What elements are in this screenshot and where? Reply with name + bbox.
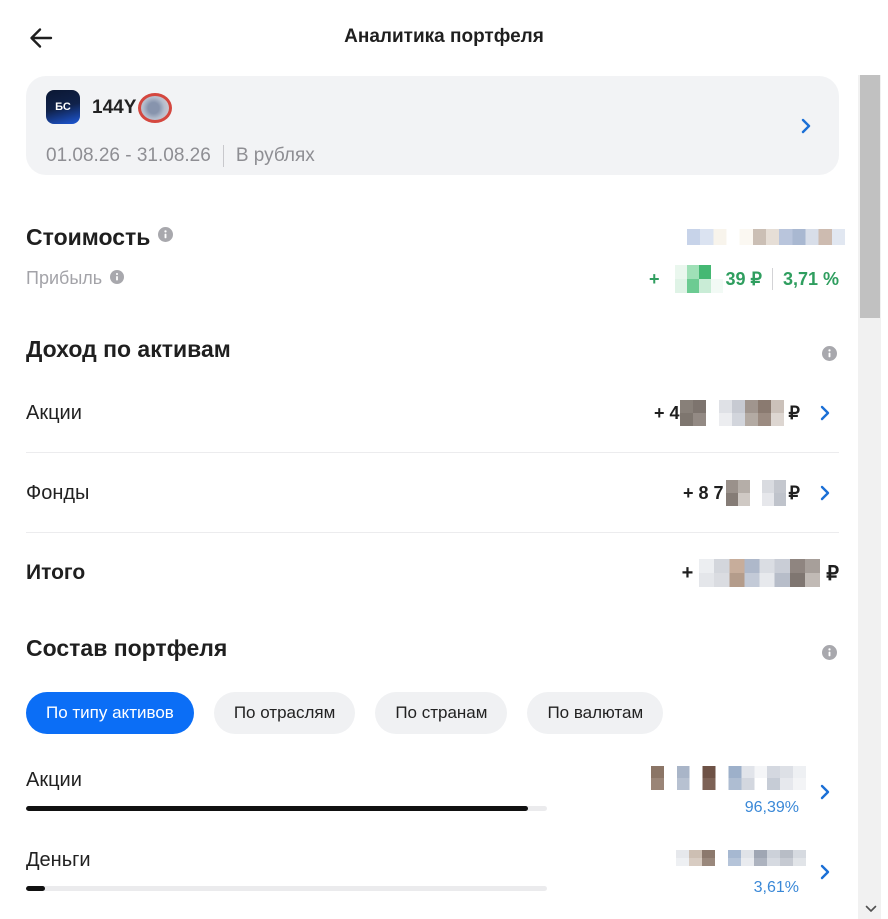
income-row-funds[interactable]: Фонды + 8 7 ₽ bbox=[26, 473, 839, 513]
info-icon[interactable] bbox=[822, 645, 837, 660]
composition-filter-chips: По типу активов По отраслям По странам П… bbox=[26, 692, 664, 734]
income-row-stocks[interactable]: Акции + 4 ₽ bbox=[26, 393, 839, 433]
info-icon[interactable] bbox=[110, 270, 125, 284]
profit-value: + 39 ₽ 3,71 % bbox=[649, 265, 839, 293]
income-heading: Доход по активам bbox=[26, 336, 231, 362]
redacted-mosaic bbox=[687, 229, 845, 245]
profit-separator bbox=[771, 268, 773, 290]
portfolio-analytics-screen: Аналитика портфеля БС 144Y 01.08.26 - 31… bbox=[0, 0, 888, 919]
account-logo: БС bbox=[46, 90, 80, 124]
income-row-label: Акции bbox=[26, 402, 82, 424]
breakdown-progress-fill bbox=[26, 886, 45, 891]
chevron-right-icon bbox=[820, 405, 830, 421]
income-value-prefix: + 8 7 bbox=[683, 482, 724, 503]
chip-countries[interactable]: По странам bbox=[375, 692, 508, 734]
redaction-circle bbox=[138, 93, 172, 123]
redacted-mosaic bbox=[699, 559, 821, 587]
income-value-suffix: ₽ bbox=[788, 402, 800, 423]
account-selector-card[interactable]: БС 144Y 01.08.26 - 31.08.26 В рублях bbox=[26, 76, 839, 175]
breakdown-percent: 3,61% bbox=[753, 879, 799, 896]
scroll-down-arrow-icon[interactable] bbox=[865, 905, 877, 913]
account-meta: 01.08.26 - 31.08.26 В рублях bbox=[46, 144, 315, 168]
income-total-value: + ₽ bbox=[682, 559, 839, 587]
income-row-value: + 4 ₽ bbox=[654, 399, 800, 427]
chip-asset-type[interactable]: По типу активов bbox=[26, 692, 194, 734]
breakdown-percent: 96,39% bbox=[744, 799, 799, 816]
income-total-label: Итого bbox=[26, 561, 86, 584]
chevron-right-icon bbox=[820, 784, 830, 800]
chevron-right-icon bbox=[801, 118, 811, 134]
profit-row: Прибыль bbox=[26, 266, 125, 290]
redacted-mosaic bbox=[676, 850, 806, 866]
page-title: Аналитика портфеля bbox=[344, 26, 544, 47]
income-total-row: Итого + ₽ bbox=[26, 553, 839, 593]
income-total-prefix: + bbox=[681, 561, 694, 584]
meta-separator bbox=[222, 145, 224, 167]
period-text: 01.08.26 - 31.08.26 bbox=[46, 145, 211, 166]
chip-currencies[interactable]: По валютам bbox=[527, 692, 664, 734]
portfolio-value-label: Стоимость bbox=[26, 224, 151, 250]
profit-label: Прибыль bbox=[26, 268, 103, 288]
row-divider bbox=[26, 452, 839, 453]
scrollbar-thumb[interactable] bbox=[860, 75, 880, 318]
profit-prefix: + bbox=[648, 268, 660, 289]
chip-sectors[interactable]: По отраслям bbox=[213, 692, 356, 734]
scrollbar-track[interactable] bbox=[858, 75, 881, 919]
portfolio-value-row: Стоимость bbox=[26, 223, 174, 251]
redacted-mosaic bbox=[725, 480, 786, 506]
info-icon[interactable] bbox=[822, 346, 837, 361]
income-row-label: Фонды bbox=[26, 482, 90, 504]
redacted-mosaic bbox=[679, 400, 784, 426]
chevron-right-icon bbox=[820, 864, 830, 880]
breakdown-progress-track bbox=[26, 886, 547, 891]
composition-heading: Состав портфеля bbox=[26, 635, 228, 661]
income-value-prefix: + 4 bbox=[654, 402, 680, 423]
redacted-mosaic bbox=[651, 766, 806, 790]
income-total-suffix: ₽ bbox=[826, 562, 839, 585]
breakdown-label: Акции bbox=[26, 769, 82, 791]
currency-text: В рублях bbox=[235, 145, 315, 166]
row-divider bbox=[26, 532, 839, 533]
redacted-mosaic bbox=[675, 265, 724, 293]
breakdown-label: Деньги bbox=[26, 849, 91, 871]
info-icon[interactable] bbox=[158, 226, 174, 242]
account-name: 144Y bbox=[92, 97, 137, 118]
profit-amount-suffix: 39 ₽ bbox=[725, 268, 762, 289]
breakdown-row-cash[interactable]: Деньги 3,61% bbox=[26, 835, 839, 896]
profit-percent: 3,71 % bbox=[782, 268, 839, 289]
breakdown-progress-fill bbox=[26, 806, 529, 811]
chevron-right-icon bbox=[820, 485, 830, 501]
breakdown-progress-track bbox=[26, 806, 547, 811]
income-row-value: + 8 7 ₽ bbox=[683, 479, 800, 507]
income-value-suffix: ₽ bbox=[788, 482, 800, 503]
breakdown-row-stocks[interactable]: Акции 96,39% bbox=[26, 755, 839, 816]
account-logo-text: БС bbox=[55, 101, 71, 113]
